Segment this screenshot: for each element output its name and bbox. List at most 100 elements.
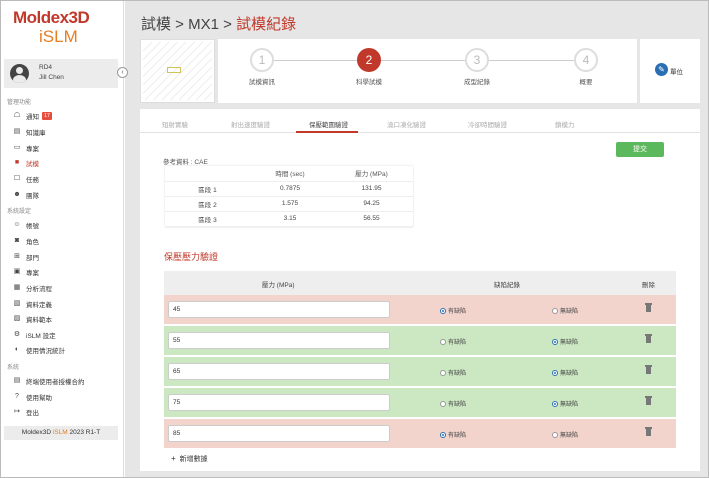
radio-dot [552,431,558,438]
tab-short-shot[interactable]: 短射實驗 [162,119,188,129]
pressure-input[interactable] [168,425,390,442]
sidebar-item-knowledge[interactable]: ▤ 知識庫 [13,126,46,138]
avatar [10,64,29,83]
radio-defect[interactable]: 有缺陷 [440,399,466,408]
tab-pack-range[interactable]: 保壓範圍驗證 [309,119,348,129]
tab-injection-speed[interactable]: 射出速度驗證 [231,119,270,129]
section-title: 保壓壓力驗證 [164,252,219,262]
header-pressure: 壓力 (MPa) [262,282,295,289]
settings-icon: ⚙ [13,331,21,338]
trash-icon[interactable] [645,396,652,405]
sidebar-item-label: 任務 [26,177,39,184]
step-2[interactable]: 2 科學試模 [339,48,399,86]
pressure-input[interactable] [168,332,390,349]
sidebar-item-stats[interactable]: ◐ 使用情況統計 [13,344,65,356]
step-number: 4 [574,48,598,72]
breadcrumb-trial[interactable]: 試模 [141,16,171,33]
table-row: 有缺陷 無缺陷 [164,326,676,355]
sidebar-item-label: 試模 [26,161,39,168]
sidebar-item-account[interactable]: ☺ 帳號 [13,219,39,231]
table-row: 有缺陷 無缺陷 [164,419,676,448]
radio-label: 無缺陷 [560,433,579,439]
trash-icon[interactable] [645,427,652,436]
stats-icon: ◐ [14,346,20,353]
unit-button[interactable]: ✎ 單位 [640,39,700,103]
add-row-button[interactable]: + 新增數據 [171,454,208,464]
trash-icon[interactable] [645,365,652,374]
radio-label: 無缺陷 [560,340,579,346]
radio-defect[interactable]: 有缺陷 [440,430,466,439]
tab-bar: 短射實驗 射出速度驗證 保壓範圍驗證 澆口凍化驗證 冷卻時間驗證 鎖模力 [140,109,700,133]
sidebar-item-islm-settings[interactable]: ⚙ iSLM 設定 [13,329,56,341]
bell-icon: ☖ [13,112,21,119]
sidebar-item-department[interactable]: ⊞ 部門 [13,251,39,263]
sidebar-collapse-button[interactable]: ‹ [117,67,128,78]
sidebar-item-label: iSLM 設定 [26,333,56,340]
sidebar-item-data-definition[interactable]: ▧ 資料定義 [13,298,52,310]
radio-no-defect[interactable]: 無缺陷 [552,399,578,408]
sidebar-item-flow[interactable]: ▦ 分析流程 [13,282,52,294]
step-1[interactable]: 1 試模資訊 [232,48,292,86]
user-name: Jill Chen [39,74,64,81]
folder-icon: ▭ [13,144,21,151]
logo-line2: iSLM [39,27,78,46]
logo-line1: Moldex3D [13,8,90,27]
table-row: 區段 2 1.575 94.25 [165,196,413,212]
sidebar-item-role[interactable]: ◙ 角色 [13,235,39,247]
tab-clamp-force[interactable]: 鎖模力 [555,119,575,129]
radio-dot [440,338,446,345]
project-settings-icon: ▣ [13,268,21,275]
plus-icon: + [171,454,176,463]
table-cell: 區段 2 [165,196,250,212]
step-number: 3 [465,48,489,72]
step-label: 試模資訊 [249,79,275,86]
flow-icon: ▦ [13,284,21,291]
experiment-panel: 短射實驗 射出速度驗證 保壓範圍驗證 澆口凍化驗證 冷卻時間驗證 鎖模力 提交 … [140,109,700,471]
sidebar-item-projects[interactable]: ▭ 專案 [13,142,39,154]
table-header-row: 時間 (sec) 壓力 (MPa) [165,166,413,182]
tab-gate-freeze[interactable]: 澆口凍化驗證 [387,119,426,129]
radio-no-defect[interactable]: 無缺陷 [552,306,578,315]
sidebar-item-license[interactable]: ▤ 終端使用者授權合約 [13,375,85,387]
step-label: 成型紀錄 [464,79,490,86]
breadcrumb-project[interactable]: MX1 [188,16,219,33]
step-3[interactable]: 3 成型紀錄 [447,48,507,86]
radio-defect[interactable]: 有缺陷 [440,337,466,346]
step-4[interactable]: 4 概要 [556,48,616,86]
radio-dot [552,307,558,314]
radio-label: 有缺陷 [448,371,467,377]
sidebar-item-project-settings[interactable]: ▣ 專案 [13,266,39,278]
sidebar-item-help[interactable]: ? 使用幫助 [13,391,52,403]
radio-dot [440,307,446,314]
template-icon: ▨ [13,315,21,322]
trash-icon[interactable] [645,334,652,343]
role-icon: ◙ [14,237,20,244]
radio-defect[interactable]: 有缺陷 [440,368,466,377]
version-suffix: 2023 R1-T [67,429,101,436]
pressure-input[interactable] [168,394,390,411]
radio-no-defect[interactable]: 無缺陷 [552,430,578,439]
pressure-input[interactable] [168,363,390,380]
radio-dot [552,400,558,407]
sidebar-item-label: 部門 [26,255,39,262]
version-label: Moldex3D iSLM 2023 R1-T [4,426,118,440]
table-row: 有缺陷 無缺陷 [164,357,676,386]
sidebar-item-tasks[interactable]: ☐ 任務 [13,173,39,185]
submit-button[interactable]: 提交 [616,142,664,157]
tab-cooling-time[interactable]: 冷卻時間驗證 [468,119,507,129]
user-panel[interactable]: RD4 Jill Chen [4,59,118,88]
unit-label: 單位 [670,69,683,76]
sidebar-item-logout[interactable]: ↦ 登出 [13,406,39,418]
sidebar-item-template[interactable]: ▨ 資料範本 [13,313,52,325]
radio-no-defect[interactable]: 無缺陷 [552,368,578,377]
header-delete: 刪除 [642,282,655,289]
radio-no-defect[interactable]: 無缺陷 [552,337,578,346]
trash-icon[interactable] [645,303,652,312]
pressure-input[interactable] [168,301,390,318]
table-row: 區段 1 0.7875 131.95 [165,181,413,197]
logo[interactable]: Moldex3D iSLM [13,9,113,47]
sidebar-item-trial[interactable]: ■ 試模 [13,157,39,169]
radio-defect[interactable]: 有缺陷 [440,306,466,315]
sidebar-item-notifications[interactable]: ☖ 通知 17 [13,110,53,122]
sidebar-item-team[interactable]: ☻ 團隊 [13,189,39,201]
